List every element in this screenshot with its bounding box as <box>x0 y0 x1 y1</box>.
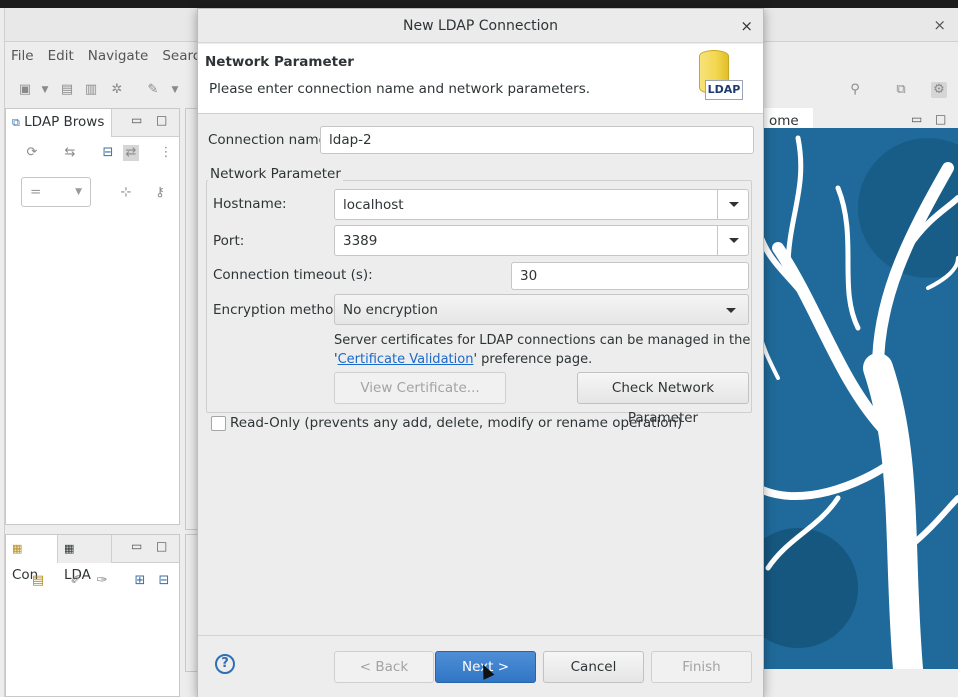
connection-timeout-label: Connection timeout (s): <box>213 267 373 283</box>
wizard-page-message: Please enter connection name and network… <box>209 81 591 97</box>
tab-ldap-browser[interactable]: ⧉ LDAP Brows <box>6 109 112 137</box>
back-button[interactable]: < Back <box>334 651 434 683</box>
welcome-artwork <box>758 128 958 669</box>
connection-timeout-value: 30 <box>520 268 538 284</box>
dialog-titlebar: New LDAP Connection × <box>198 9 763 43</box>
new-dropdown-icon[interactable]: ▼ <box>37 82 53 98</box>
port-value: 3389 <box>343 232 378 249</box>
dialog-title: New LDAP Connection <box>402 18 558 34</box>
wizard-banner: Network Parameter Please enter connectio… <box>198 44 763 114</box>
hostname-value: localhost <box>343 196 404 213</box>
chevron-down-icon <box>728 238 739 243</box>
read-only-label: Read-Only (prevents any add, delete, mod… <box>230 415 683 431</box>
link-editor-icon[interactable]: ⇄ <box>123 145 139 161</box>
tree-icon[interactable]: ⊹ <box>118 185 134 201</box>
connections-tabbar: ▦ Con ▦ LDA ▭ □ <box>6 535 179 583</box>
minimize-icon[interactable]: ▭ <box>911 112 922 126</box>
hostname-dropdown-button[interactable] <box>717 189 749 220</box>
expand-all-icon[interactable]: ⊞ <box>132 573 148 589</box>
note-line2-suffix: ' preference page. <box>473 352 593 367</box>
read-only-checkbox[interactable] <box>211 416 226 431</box>
cancel-button[interactable]: Cancel <box>543 651 644 683</box>
maximize-icon[interactable]: □ <box>156 539 167 553</box>
minimize-icon[interactable]: ▭ <box>131 539 142 553</box>
encryption-method-select[interactable]: No encryption <box>334 294 749 325</box>
certificate-note-line1: Server certificates for LDAP connections… <box>334 333 751 348</box>
open-perspective-icon[interactable]: ⧉ <box>893 82 909 98</box>
help-icon[interactable]: ? <box>215 654 235 674</box>
connection-name-input[interactable]: ldap-2 <box>320 126 754 154</box>
minimize-icon[interactable]: ▭ <box>131 113 142 127</box>
new-connection-icon[interactable]: ▤ <box>30 573 46 589</box>
maximize-icon[interactable]: □ <box>935 112 946 126</box>
certificate-validation-link[interactable]: Certificate Validation <box>338 352 474 367</box>
ldap-tab-icon: ▦ <box>64 542 75 555</box>
link-icon[interactable]: ⇆ <box>62 145 78 161</box>
network-parameter-group-label: Network Parameter <box>208 166 343 182</box>
chevron-down-icon <box>728 202 739 207</box>
print-icon[interactable]: ▥ <box>83 82 99 98</box>
new-icon[interactable]: ▣ <box>17 82 33 98</box>
hostname-combo[interactable]: localhost <box>334 189 749 220</box>
filter-combo[interactable]: = ▼ <box>21 177 91 207</box>
ldap-browser-view: ⧉ LDAP Brows ▭ □ ⟳ ⇆ ⊟ ⇄ ⋮ = ▼ ⊹ ⚷ <box>5 108 180 525</box>
settings-icon[interactable]: ✲ <box>109 82 125 98</box>
system-top-bar <box>0 0 958 8</box>
maximize-icon[interactable]: □ <box>156 113 167 127</box>
menu-bar: File Edit Navigate Search <box>5 42 223 70</box>
collapse-all-icon[interactable]: ⊟ <box>156 573 172 589</box>
encryption-method-value: No encryption <box>343 301 438 318</box>
close-icon[interactable]: × <box>740 9 753 43</box>
ldap-browser-tab-icon: ⧉ <box>12 116 20 129</box>
menu-file[interactable]: File <box>11 48 34 64</box>
refresh-icon[interactable]: ⟳ <box>24 145 40 161</box>
port-combo[interactable]: 3389 <box>334 225 749 256</box>
chevron-down-icon <box>726 308 736 313</box>
close-connection-icon[interactable]: ✑ <box>94 573 110 589</box>
ldap-wizard-icon: LDAP <box>695 50 745 104</box>
connection-name-value: ldap-2 <box>329 132 372 148</box>
ldap-icon-label: LDAP <box>705 80 743 100</box>
connect-dropdown-icon[interactable]: ▼ <box>167 82 183 98</box>
connections-tab-icon: ▦ <box>12 542 23 555</box>
connections-view: ▦ Con ▦ LDA ▭ □ ▤ ✐ ✑ ⊞ ⊟ <box>5 534 180 697</box>
tab-ldap[interactable]: ▦ LDA <box>58 535 112 583</box>
connection-name-label: Connection name: <box>208 132 332 148</box>
port-label: Port: <box>213 233 245 249</box>
finish-button[interactable]: Finish <box>651 651 752 683</box>
filter-dropdown-icon: ▼ <box>75 187 82 197</box>
ldap-browser-tabbar: ⧉ LDAP Brows ▭ □ <box>6 109 179 137</box>
tab-connections[interactable]: ▦ Con <box>6 535 58 583</box>
menu-edit[interactable]: Edit <box>48 48 74 64</box>
encryption-method-label: Encryption method: <box>213 302 347 318</box>
new-ldap-connection-dialog: New LDAP Connection × Network Parameter … <box>197 8 764 697</box>
connect-icon[interactable]: ✎ <box>145 82 161 98</box>
certificate-note-line2: 'Certificate Validation' preference page… <box>334 350 750 369</box>
ide-close-icon[interactable]: × <box>933 16 946 34</box>
welcome-tab-label: ome <box>769 113 799 129</box>
view-menu-icon[interactable]: ⋮ <box>158 145 174 161</box>
save-icon[interactable]: ▤ <box>59 82 75 98</box>
ldap-perspective-icon[interactable]: ⚙ <box>931 82 947 98</box>
view-certificate-button[interactable]: View Certificate... <box>334 372 506 404</box>
search-icon[interactable]: ⚲ <box>847 82 863 98</box>
certificate-note: Server certificates for LDAP connections… <box>334 331 750 369</box>
check-network-parameter-button[interactable]: Check Network Parameter <box>577 372 749 426</box>
filter-combo-value: = <box>30 184 42 200</box>
hostname-label: Hostname: <box>213 196 287 212</box>
key-icon[interactable]: ⚷ <box>152 185 168 201</box>
collapse-all-icon[interactable]: ⊟ <box>100 145 116 161</box>
tree-illustration <box>758 135 958 669</box>
ldap-browser-tab-label: LDAP Brows <box>24 114 105 130</box>
port-dropdown-button[interactable] <box>717 225 749 256</box>
menu-navigate[interactable]: Navigate <box>88 48 149 64</box>
open-connection-icon[interactable]: ✐ <box>68 573 84 589</box>
connection-timeout-input[interactable]: 30 <box>511 262 749 290</box>
wizard-page-title: Network Parameter <box>205 54 354 70</box>
